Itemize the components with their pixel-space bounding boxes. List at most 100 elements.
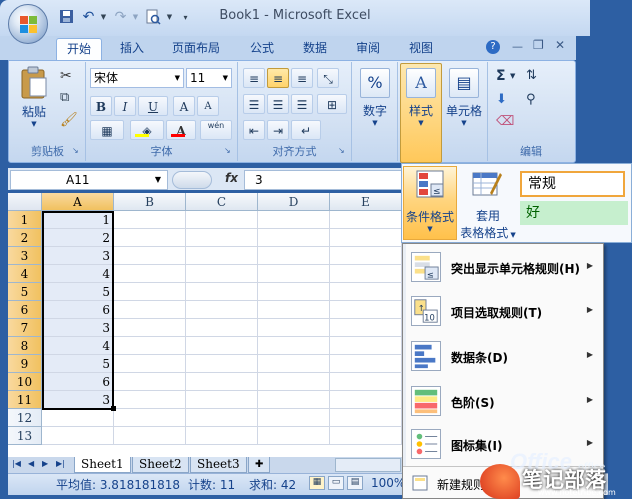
cell-d7[interactable] xyxy=(258,319,330,337)
font-size-select[interactable]: 11 ▼ xyxy=(186,68,232,88)
orientation-icon[interactable]: ⤡ xyxy=(317,68,339,88)
cell-b4[interactable] xyxy=(114,265,186,283)
cell-b3[interactable] xyxy=(114,247,186,265)
column-header-a[interactable]: A xyxy=(42,193,114,211)
cell-d13[interactable] xyxy=(258,427,330,445)
wrap-text-icon[interactable]: ↵ xyxy=(291,120,321,140)
insert-function-icon[interactable]: fx xyxy=(225,171,238,185)
cell-c12[interactable] xyxy=(186,409,258,427)
formula-bar-expander[interactable] xyxy=(172,171,212,189)
cell-e2[interactable] xyxy=(330,229,402,247)
sheet-tab-2[interactable]: Sheet2 xyxy=(132,457,189,473)
close-icon[interactable]: ✕ xyxy=(555,38,565,52)
cell-c10[interactable] xyxy=(186,373,258,391)
cell-style-good[interactable]: 好 xyxy=(520,201,628,225)
align-bottom-icon[interactable]: ≡ xyxy=(291,68,313,88)
cell-d2[interactable] xyxy=(258,229,330,247)
cell-b9[interactable] xyxy=(114,355,186,373)
sheet-tab-3[interactable]: Sheet3 xyxy=(190,457,247,473)
cell-e4[interactable] xyxy=(330,265,402,283)
cell-c13[interactable] xyxy=(186,427,258,445)
menu-item-color-scales[interactable]: 色阶(S) ▶ xyxy=(403,380,603,424)
tab-view[interactable]: 视图 xyxy=(399,38,443,60)
shrink-font-button[interactable]: A xyxy=(197,96,219,116)
cell-a13[interactable] xyxy=(42,427,114,445)
cell-e11[interactable] xyxy=(330,391,402,409)
cell-c2[interactable] xyxy=(186,229,258,247)
cell-d10[interactable] xyxy=(258,373,330,391)
normal-view-icon[interactable]: ▦ xyxy=(309,476,325,490)
cell-d8[interactable] xyxy=(258,337,330,355)
align-left-icon[interactable]: ☰ xyxy=(243,94,265,114)
cell-d3[interactable] xyxy=(258,247,330,265)
cell-b13[interactable] xyxy=(114,427,186,445)
tab-formulas[interactable]: 公式 xyxy=(240,38,284,60)
column-header-d[interactable]: D xyxy=(258,193,330,211)
cell-b12[interactable] xyxy=(114,409,186,427)
grow-font-button[interactable]: A xyxy=(173,96,195,116)
cell-b8[interactable] xyxy=(114,337,186,355)
tab-data[interactable]: 数据 xyxy=(293,38,337,60)
row-header[interactable]: 13 xyxy=(8,427,42,445)
align-middle-icon[interactable]: ≡ xyxy=(267,68,289,88)
italic-button[interactable]: I xyxy=(114,96,136,116)
cell-c9[interactable] xyxy=(186,355,258,373)
cell-b2[interactable] xyxy=(114,229,186,247)
autosum-dropdown-icon[interactable]: ▼ xyxy=(510,72,515,80)
format-as-table-button[interactable]: 套用 表格格式 ▼ xyxy=(460,166,516,240)
row-header[interactable]: 2 xyxy=(8,229,42,247)
last-sheet-icon[interactable]: ▶| xyxy=(56,459,65,468)
row-header[interactable]: 9 xyxy=(8,355,42,373)
row-header[interactable]: 5 xyxy=(8,283,42,301)
cell-d11[interactable] xyxy=(258,391,330,409)
fill-icon[interactable]: ⬇ xyxy=(496,92,507,107)
format-painter-icon[interactable]: 🖌 xyxy=(60,112,78,128)
autosum-icon[interactable]: Σ xyxy=(496,68,506,84)
column-header-b[interactable]: B xyxy=(114,193,186,211)
cell-c11[interactable] xyxy=(186,391,258,409)
prev-sheet-icon[interactable]: ◀ xyxy=(28,459,34,468)
tab-page-layout[interactable]: 页面布局 xyxy=(162,38,230,60)
row-header[interactable]: 7 xyxy=(8,319,42,337)
cell-d4[interactable] xyxy=(258,265,330,283)
dialog-launcher-icon[interactable]: ↘ xyxy=(338,146,345,155)
cell-e3[interactable] xyxy=(330,247,402,265)
first-sheet-icon[interactable]: |◀ xyxy=(12,459,21,468)
cell-e8[interactable] xyxy=(330,337,402,355)
fill-color-button[interactable]: ◈ xyxy=(130,120,164,140)
dialog-launcher-icon[interactable]: ↘ xyxy=(224,146,231,155)
borders-button[interactable]: ▦ xyxy=(90,120,124,140)
conditional-format-button[interactable]: ≤ 条件格式 ▼ xyxy=(403,166,457,240)
cell-d1[interactable] xyxy=(258,211,330,229)
office-button[interactable] xyxy=(8,4,48,44)
cell-e5[interactable] xyxy=(330,283,402,301)
clear-icon[interactable]: ⌫ xyxy=(496,114,514,129)
cell-e1[interactable] xyxy=(330,211,402,229)
column-header-e[interactable]: E xyxy=(330,193,402,211)
name-box[interactable]: A11 ▼ xyxy=(10,170,168,190)
page-break-view-icon[interactable]: ▤ xyxy=(347,476,363,490)
row-header[interactable]: 6 xyxy=(8,301,42,319)
sort-filter-icon[interactable]: ⇅ xyxy=(526,68,537,83)
decrease-indent-icon[interactable]: ⇤ xyxy=(243,120,265,140)
row-header[interactable]: 12 xyxy=(8,409,42,427)
cell-e10[interactable] xyxy=(330,373,402,391)
copy-icon[interactable]: ⧉ xyxy=(60,90,69,105)
page-layout-view-icon[interactable]: ▭ xyxy=(328,476,344,490)
cell-d12[interactable] xyxy=(258,409,330,427)
styles-button[interactable]: A 样式 ▼ xyxy=(402,68,440,127)
row-header[interactable]: 10 xyxy=(8,373,42,391)
cell-b1[interactable] xyxy=(114,211,186,229)
cell-c8[interactable] xyxy=(186,337,258,355)
phonetic-button[interactable]: wén xyxy=(200,120,232,140)
paste-button[interactable]: 粘贴 ▼ xyxy=(14,66,54,128)
cell-b5[interactable] xyxy=(114,283,186,301)
cell-c5[interactable] xyxy=(186,283,258,301)
cells-button[interactable]: ▤ 单元格 ▼ xyxy=(444,68,484,127)
underline-button[interactable]: U xyxy=(138,96,168,116)
cell-e13[interactable] xyxy=(330,427,402,445)
merge-center-icon[interactable]: ⊞ xyxy=(317,94,347,114)
cell-d6[interactable] xyxy=(258,301,330,319)
column-header-c[interactable]: C xyxy=(186,193,258,211)
help-icon[interactable]: ? xyxy=(486,40,500,54)
